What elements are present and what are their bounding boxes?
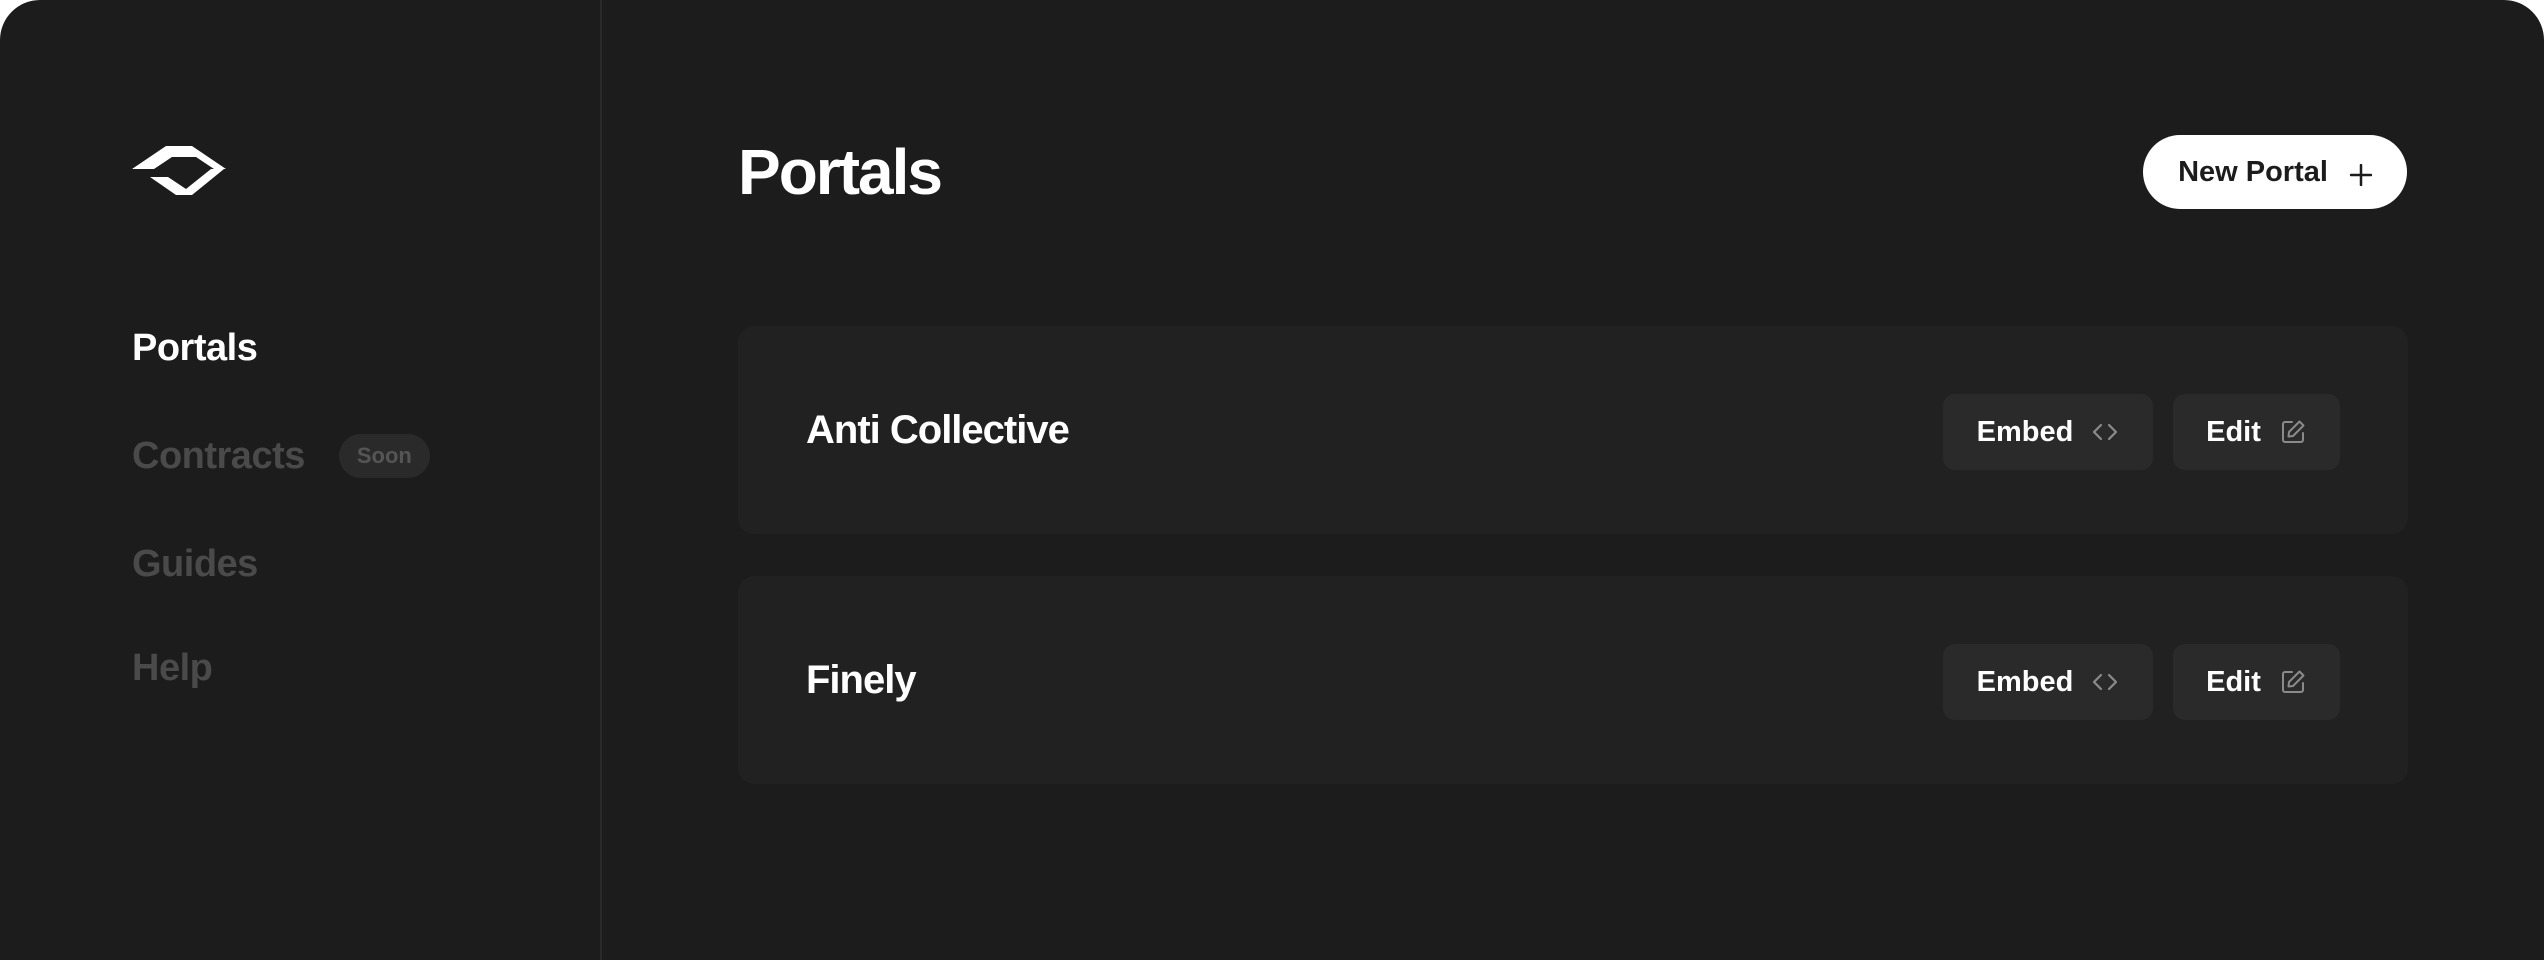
soon-badge: Soon (338, 434, 430, 478)
plus-icon (2349, 161, 2373, 187)
sidebar-item-label: Contracts (132, 434, 305, 477)
main-content: Portals New Portal Anti Collective Embed (602, 0, 2544, 960)
portal-name: Anti Collective (806, 408, 1070, 452)
sidebar-item-guides[interactable]: Guides (132, 538, 430, 590)
edit-button[interactable]: Edit (2173, 394, 2340, 470)
portal-logo-icon[interactable] (132, 146, 226, 198)
page-title: Portals (738, 136, 943, 208)
sidebar-item-label: Guides (132, 542, 258, 585)
embed-label: Embed (1976, 665, 2074, 698)
sidebar: Portals Contracts Soon Guides Help (0, 0, 602, 960)
edit-icon (2279, 668, 2307, 696)
embed-button[interactable]: Embed (1943, 394, 2153, 470)
sidebar-item-help[interactable]: Help (132, 642, 430, 694)
sidebar-nav: Portals Contracts Soon Guides Help (132, 322, 430, 694)
portal-actions: Embed Edit (1943, 644, 2340, 720)
sidebar-item-contracts[interactable]: Contracts Soon (132, 430, 430, 482)
portal-name: Finely (806, 658, 917, 702)
new-portal-label: New Portal (2178, 155, 2328, 188)
portal-actions: Embed Edit (1943, 394, 2340, 470)
code-icon (2091, 668, 2119, 696)
portal-card: Anti Collective Embed Edit (738, 326, 2408, 534)
edit-label: Edit (2206, 415, 2261, 448)
embed-label: Embed (1976, 415, 2074, 448)
edit-label: Edit (2206, 665, 2261, 698)
sidebar-item-label: Help (132, 646, 213, 689)
sidebar-item-portals[interactable]: Portals (132, 322, 430, 374)
sidebar-item-label: Portals (132, 326, 258, 369)
portal-card: Finely Embed Edit (738, 576, 2408, 784)
edit-button[interactable]: Edit (2173, 644, 2340, 720)
edit-icon (2279, 418, 2307, 446)
embed-button[interactable]: Embed (1943, 644, 2153, 720)
app-window: Portals Contracts Soon Guides Help Porta… (0, 0, 2544, 960)
new-portal-button[interactable]: New Portal (2143, 135, 2407, 209)
code-icon (2091, 418, 2119, 446)
